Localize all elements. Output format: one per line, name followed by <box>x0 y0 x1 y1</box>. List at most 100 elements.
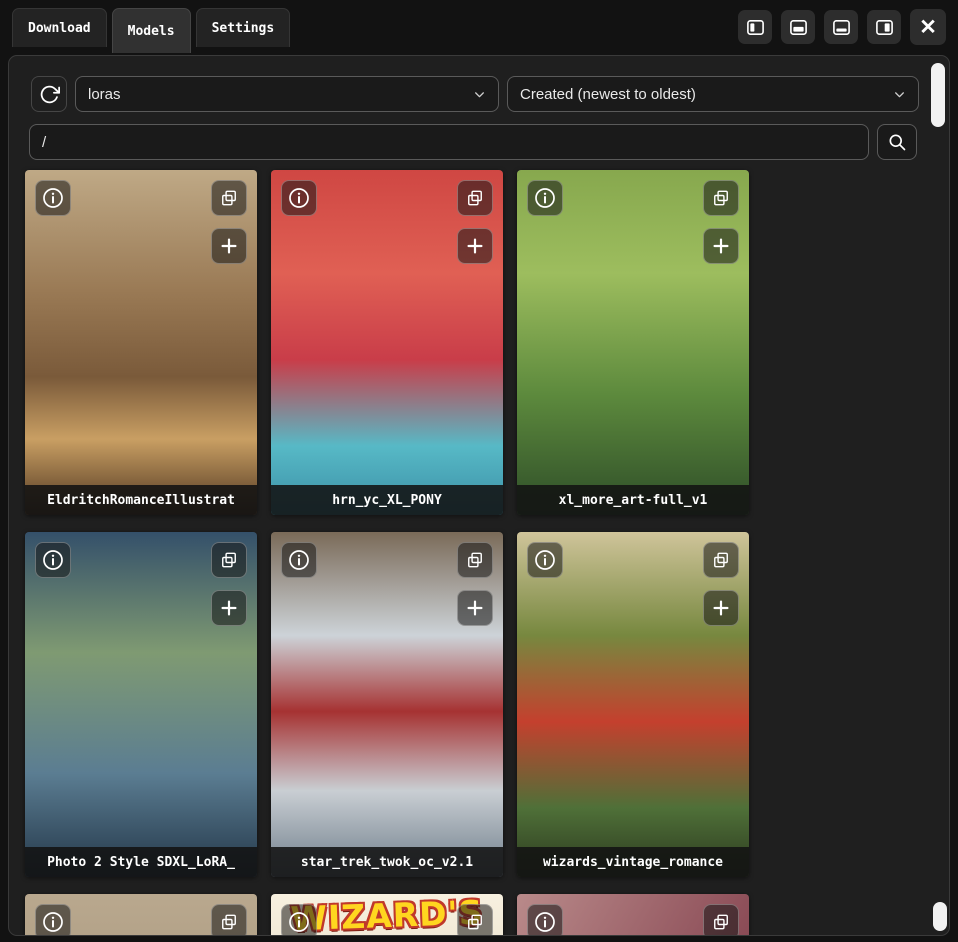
window-controls: ✕ <box>738 9 946 45</box>
model-info-button[interactable] <box>527 180 563 216</box>
copy-model-button[interactable] <box>211 180 247 216</box>
tab-group: Download Models Settings <box>12 8 290 53</box>
model-preview-image <box>517 532 749 877</box>
model-preview-image <box>271 532 503 877</box>
model-info-button[interactable] <box>35 904 71 936</box>
model-info-button[interactable] <box>527 542 563 578</box>
copy-icon <box>465 912 485 932</box>
copy-icon <box>465 550 485 570</box>
copy-model-button[interactable] <box>211 542 247 578</box>
model-card[interactable]: WIZARD'S <box>271 894 503 936</box>
app-window: Download Models Settings ✕ <box>0 0 958 942</box>
model-preview-image <box>25 170 257 515</box>
model-info-button[interactable] <box>281 904 317 936</box>
model-card[interactable] <box>25 894 257 936</box>
copy-icon <box>219 550 239 570</box>
copy-icon <box>711 188 731 208</box>
model-card[interactable]: hrn_yc_XL_PONY <box>271 170 503 515</box>
plus-icon <box>218 597 240 619</box>
scrollbar-bottom-thumb[interactable] <box>933 902 947 931</box>
plus-icon <box>464 235 486 257</box>
chevron-down-icon <box>473 88 486 101</box>
close-button[interactable]: ✕ <box>910 9 946 45</box>
layout-panel-right-button[interactable] <box>867 10 901 44</box>
model-card[interactable] <box>517 894 749 936</box>
copy-model-button[interactable] <box>703 904 739 936</box>
info-icon <box>287 548 311 572</box>
info-icon <box>533 186 557 210</box>
layout-panel-bottom-half-button[interactable] <box>781 10 815 44</box>
layout-panel-bottom-bar-button[interactable] <box>824 10 858 44</box>
model-card[interactable]: wizards_vintage_romance <box>517 532 749 877</box>
plus-icon <box>710 235 732 257</box>
model-preview-image <box>517 170 749 515</box>
copy-model-button[interactable] <box>457 904 493 936</box>
add-model-button[interactable] <box>457 590 493 626</box>
copy-icon <box>711 912 731 932</box>
model-info-button[interactable] <box>281 542 317 578</box>
copy-model-button[interactable] <box>703 180 739 216</box>
model-card[interactable]: xl_more_art-full_v1 <box>517 170 749 515</box>
info-icon <box>41 910 65 934</box>
copy-model-button[interactable] <box>457 180 493 216</box>
tab-bar: Download Models Settings ✕ <box>0 0 958 55</box>
model-info-button[interactable] <box>35 180 71 216</box>
add-model-button[interactable] <box>457 228 493 264</box>
sort-select[interactable]: Created (newest to oldest) <box>507 76 919 112</box>
copy-icon <box>465 188 485 208</box>
model-name-label: hrn_yc_XL_PONY <box>271 485 503 515</box>
model-card[interactable]: EldritchRomanceIllustrat <box>25 170 257 515</box>
model-preview-image <box>271 170 503 515</box>
model-name-label: star_trek_twok_oc_v2.1 <box>271 847 503 877</box>
info-icon <box>41 548 65 572</box>
model-grid: EldritchRomanceIllustrat hrn_yc_XL_PONY … <box>25 170 765 936</box>
info-icon <box>41 186 65 210</box>
search-button[interactable] <box>877 124 917 160</box>
model-info-button[interactable] <box>527 904 563 936</box>
models-panel: loras Created (newest to oldest) Eldritc… <box>8 55 950 936</box>
info-icon <box>533 910 557 934</box>
model-type-select[interactable]: loras <box>75 76 499 112</box>
search-input[interactable] <box>29 124 869 160</box>
close-icon: ✕ <box>919 17 937 38</box>
model-name-label: Photo 2 Style SDXL_LoRA_ <box>25 847 257 877</box>
filter-toolbar: loras Created (newest to oldest) <box>31 76 919 112</box>
add-model-button[interactable] <box>703 590 739 626</box>
info-icon <box>533 548 557 572</box>
refresh-icon <box>39 84 60 105</box>
chevron-down-icon <box>893 88 906 101</box>
plus-icon <box>710 597 732 619</box>
plus-icon <box>464 597 486 619</box>
add-model-button[interactable] <box>211 590 247 626</box>
panel-left-icon <box>746 18 765 37</box>
add-model-button[interactable] <box>703 228 739 264</box>
sort-value: Created (newest to oldest) <box>520 86 696 103</box>
model-card[interactable]: star_trek_twok_oc_v2.1 <box>271 532 503 877</box>
copy-icon <box>711 550 731 570</box>
model-type-value: loras <box>88 86 121 103</box>
tab-models[interactable]: Models <box>112 8 191 53</box>
tab-settings[interactable]: Settings <box>196 8 291 47</box>
tab-download[interactable]: Download <box>12 8 107 47</box>
copy-model-button[interactable] <box>703 542 739 578</box>
copy-model-button[interactable] <box>211 904 247 936</box>
panel-right-icon <box>875 18 894 37</box>
model-preview-image <box>25 532 257 877</box>
model-name-label: xl_more_art-full_v1 <box>517 485 749 515</box>
copy-icon <box>219 912 239 932</box>
model-info-button[interactable] <box>35 542 71 578</box>
model-name-label: wizards_vintage_romance <box>517 847 749 877</box>
plus-icon <box>218 235 240 257</box>
scrollbar-thumb[interactable] <box>931 63 945 127</box>
refresh-button[interactable] <box>31 76 67 112</box>
copy-icon <box>219 188 239 208</box>
model-card[interactable]: Photo 2 Style SDXL_LoRA_ <box>25 532 257 877</box>
add-model-button[interactable] <box>211 228 247 264</box>
search-bar <box>29 124 917 160</box>
layout-panel-left-button[interactable] <box>738 10 772 44</box>
model-info-button[interactable] <box>281 180 317 216</box>
info-icon <box>287 186 311 210</box>
info-icon <box>287 910 311 934</box>
copy-model-button[interactable] <box>457 542 493 578</box>
panel-bottom-half-icon <box>789 18 808 37</box>
